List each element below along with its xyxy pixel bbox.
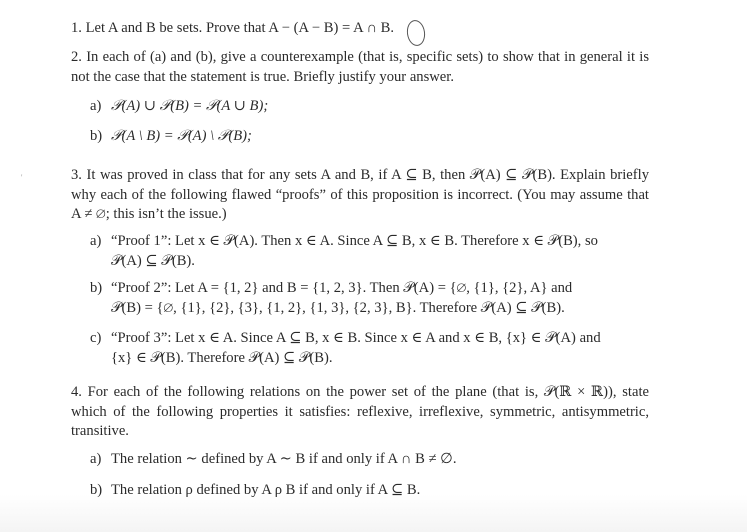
question-4-part-b: b) The relation ρ defined by A ρ B if and…: [90, 481, 649, 501]
part-text: 𝒫(A) ∪ 𝒫(B) = 𝒫(A ∪ B);: [111, 98, 269, 114]
part-label: b): [90, 482, 103, 498]
part-line-2: 𝒫(A) ⊆ 𝒫(B).: [111, 252, 195, 269]
part-line-1: “Proof 2”: Let A = {1, 2} and B = {1, 2,…: [111, 280, 573, 296]
part-text: 𝒫(A \ B) = 𝒫(A) \ 𝒫(B);: [111, 128, 252, 144]
question-3-intro-text: 3. It was proved in class that for any s…: [71, 167, 649, 222]
question-1-text: 1. Let A and B be sets. Prove that A − (…: [71, 20, 395, 36]
document-page: 1. Let A and B be sets. Prove that A − (…: [0, 0, 747, 532]
part-line-1: “Proof 1”: Let x ∈ 𝒫(A). Then x ∈ A. Sin…: [111, 233, 598, 249]
question-2-part-a: a) 𝒫(A) ∪ 𝒫(B) = 𝒫(A ∪ B);: [90, 97, 649, 117]
question-2-intro-text: 2. In each of (a) and (b), give a counte…: [71, 49, 649, 85]
part-line-1: “Proof 3”: Let x ∈ A. Since A ⊆ B, x ∈ B…: [111, 330, 601, 346]
question-4-part-a: a) The relation ∼ defined by A ∼ B if and…: [90, 450, 649, 470]
question-3-part-b: b) “Proof 2”: Let A = {1, 2} and B = {1, …: [90, 279, 649, 318]
part-text: The relation ∼ defined by A ∼ B if and o…: [111, 451, 457, 467]
part-line-2: {x} ∈ 𝒫(B). Therefore 𝒫(A) ⊆ 𝒫(B).: [111, 349, 333, 366]
part-label: b): [90, 128, 103, 144]
question-3-part-c: c) “Proof 3”: Let x ∈ A. Since A ⊆ B, x ∈…: [90, 329, 649, 368]
part-line-2: 𝒫(B) = {∅, {1}, {2}, {3}, {1, 2}, {1, 3}…: [111, 299, 565, 316]
part-label: a): [90, 233, 102, 249]
part-label: a): [90, 451, 102, 467]
question-4-intro: 4. For each of the following relations o…: [71, 383, 649, 442]
question-4-intro-text: 4. For each of the following relations o…: [71, 384, 649, 439]
question-3-intro: 3. It was proved in class that for any s…: [71, 166, 649, 225]
part-label: c): [90, 330, 102, 346]
part-label: b): [90, 280, 103, 296]
scan-speck: ': [21, 173, 23, 182]
question-1: 1. Let A and B be sets. Prove that A − (…: [71, 19, 649, 39]
question-3-part-a: a) “Proof 1”: Let x ∈ 𝒫(A). Then x ∈ A. S…: [90, 232, 649, 271]
question-2-part-b: b) 𝒫(A \ B) = 𝒫(A) \ 𝒫(B);: [90, 127, 649, 147]
part-text: The relation ρ defined by A ρ B if and o…: [111, 482, 421, 498]
part-label: a): [90, 98, 102, 114]
question-2-intro: 2. In each of (a) and (b), give a counte…: [71, 48, 649, 87]
